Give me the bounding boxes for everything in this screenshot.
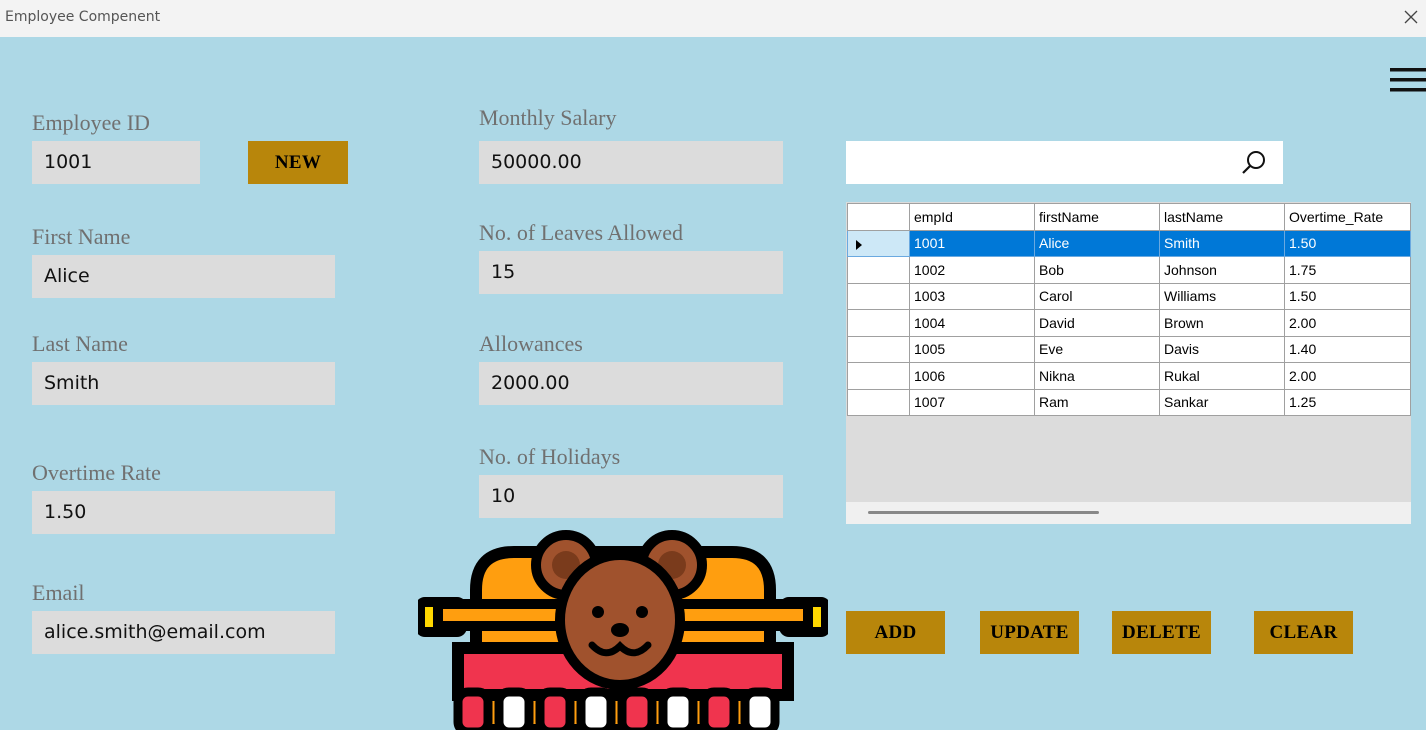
table-cell[interactable]: Alice [1034,229,1160,257]
monthly-salary-label: Monthly Salary [479,105,617,130]
clear-button[interactable]: CLEAR [1254,611,1353,654]
employee-id-field[interactable]: 1001 [32,141,200,184]
table-cell[interactable]: 1.75 [1284,256,1411,284]
holidays-field[interactable]: 10 [479,475,783,518]
table-cell[interactable]: 1.50 [1284,282,1411,310]
table-cell[interactable]: 2.00 [1284,309,1411,337]
table-cell[interactable]: Smith [1159,229,1285,257]
table-row[interactable]: 1003 Carol Williams 1.50 [847,282,1411,310]
email-label: Email [32,580,85,605]
table-cell[interactable]: Davis [1159,335,1285,363]
row-selector[interactable] [847,256,910,284]
table-cell[interactable]: 1007 [909,388,1035,416]
row-selector[interactable] [847,335,910,363]
allowances-field[interactable]: 2000.00 [479,362,783,405]
table-cell[interactable]: 1003 [909,282,1035,310]
table-cell[interactable]: 2.00 [1284,362,1411,390]
hamburger-menu-icon[interactable] [1390,66,1426,96]
last-name-label: Last Name [32,331,128,356]
overtime-rate-field[interactable]: 1.50 [32,491,335,534]
last-name-field[interactable]: Smith [32,362,335,405]
scrollbar-thumb[interactable] [868,511,1099,514]
column-header-lastname[interactable]: lastName [1159,203,1285,231]
first-name-field[interactable]: Alice [32,255,335,298]
row-header-corner [847,203,910,231]
table-cell[interactable]: 1.40 [1284,335,1411,363]
search-icon[interactable] [1241,150,1267,176]
table-row[interactable]: 1004 David Brown 2.00 [847,309,1411,337]
grid-table: empId firstName lastName Overtime_Rate 1… [847,203,1411,416]
table-row[interactable]: 1005 Eve Davis 1.40 [847,335,1411,363]
table-cell[interactable]: 1001 [909,229,1035,257]
row-selector[interactable] [847,362,910,390]
table-cell[interactable]: David [1034,309,1160,337]
allowances-label: Allowances [479,331,583,356]
employee-grid[interactable]: empId firstName lastName Overtime_Rate 1… [846,202,1411,524]
overtime-rate-label: Overtime Rate [32,460,161,485]
row-selector[interactable] [847,229,910,257]
table-cell[interactable]: Johnson [1159,256,1285,284]
email-field[interactable]: alice.smith@email.com [32,611,335,654]
table-cell[interactable]: 1005 [909,335,1035,363]
search-box[interactable] [846,141,1283,184]
leaves-allowed-label: No. of Leaves Allowed [479,220,684,245]
row-selector[interactable] [847,309,910,337]
table-cell[interactable]: 1004 [909,309,1035,337]
first-name-label: First Name [32,224,131,249]
column-header-firstname[interactable]: firstName [1034,203,1160,231]
table-row[interactable]: 1001 Alice Smith 1.50 [847,229,1411,257]
column-header-overtime-rate[interactable]: Overtime_Rate [1284,203,1411,231]
holidays-label: No. of Holidays [479,444,621,469]
table-cell[interactable]: 1.50 [1284,229,1411,257]
horizontal-scrollbar[interactable] [846,502,1411,524]
table-cell[interactable]: Williams [1159,282,1285,310]
update-button[interactable]: UPDATE [980,611,1079,654]
table-cell[interactable]: Nikna [1034,362,1160,390]
row-selector[interactable] [847,388,910,416]
employee-id-label: Employee ID [32,110,150,135]
delete-button[interactable]: DELETE [1112,611,1211,654]
table-cell[interactable]: Rukal [1159,362,1285,390]
table-cell[interactable]: 1006 [909,362,1035,390]
table-cell[interactable]: Carol [1034,282,1160,310]
table-cell[interactable]: Ram [1034,388,1160,416]
table-cell[interactable]: 1002 [909,256,1035,284]
table-cell[interactable]: 1.25 [1284,388,1411,416]
teddy-bear-shop-illustration [418,530,828,730]
table-cell[interactable]: Bob [1034,256,1160,284]
current-row-arrow-icon [856,239,862,250]
window-title: Employee Compenent [5,9,161,25]
title-bar: Employee Compenent [0,0,1426,37]
monthly-salary-field[interactable]: 50000.00 [479,141,783,184]
table-cell[interactable]: Brown [1159,309,1285,337]
table-cell[interactable]: Eve [1034,335,1160,363]
table-row[interactable]: 1002 Bob Johnson 1.75 [847,256,1411,284]
grid-header-row: empId firstName lastName Overtime_Rate [847,203,1411,231]
new-button[interactable]: NEW [248,141,348,184]
table-row[interactable]: 1006 Nikna Rukal 2.00 [847,362,1411,390]
leaves-allowed-field[interactable]: 15 [479,251,783,294]
add-button[interactable]: ADD [846,611,945,654]
row-selector[interactable] [847,282,910,310]
column-header-empid[interactable]: empId [909,203,1035,231]
close-icon[interactable] [1402,8,1420,26]
table-cell[interactable]: Sankar [1159,388,1285,416]
table-row[interactable]: 1007 Ram Sankar 1.25 [847,388,1411,416]
